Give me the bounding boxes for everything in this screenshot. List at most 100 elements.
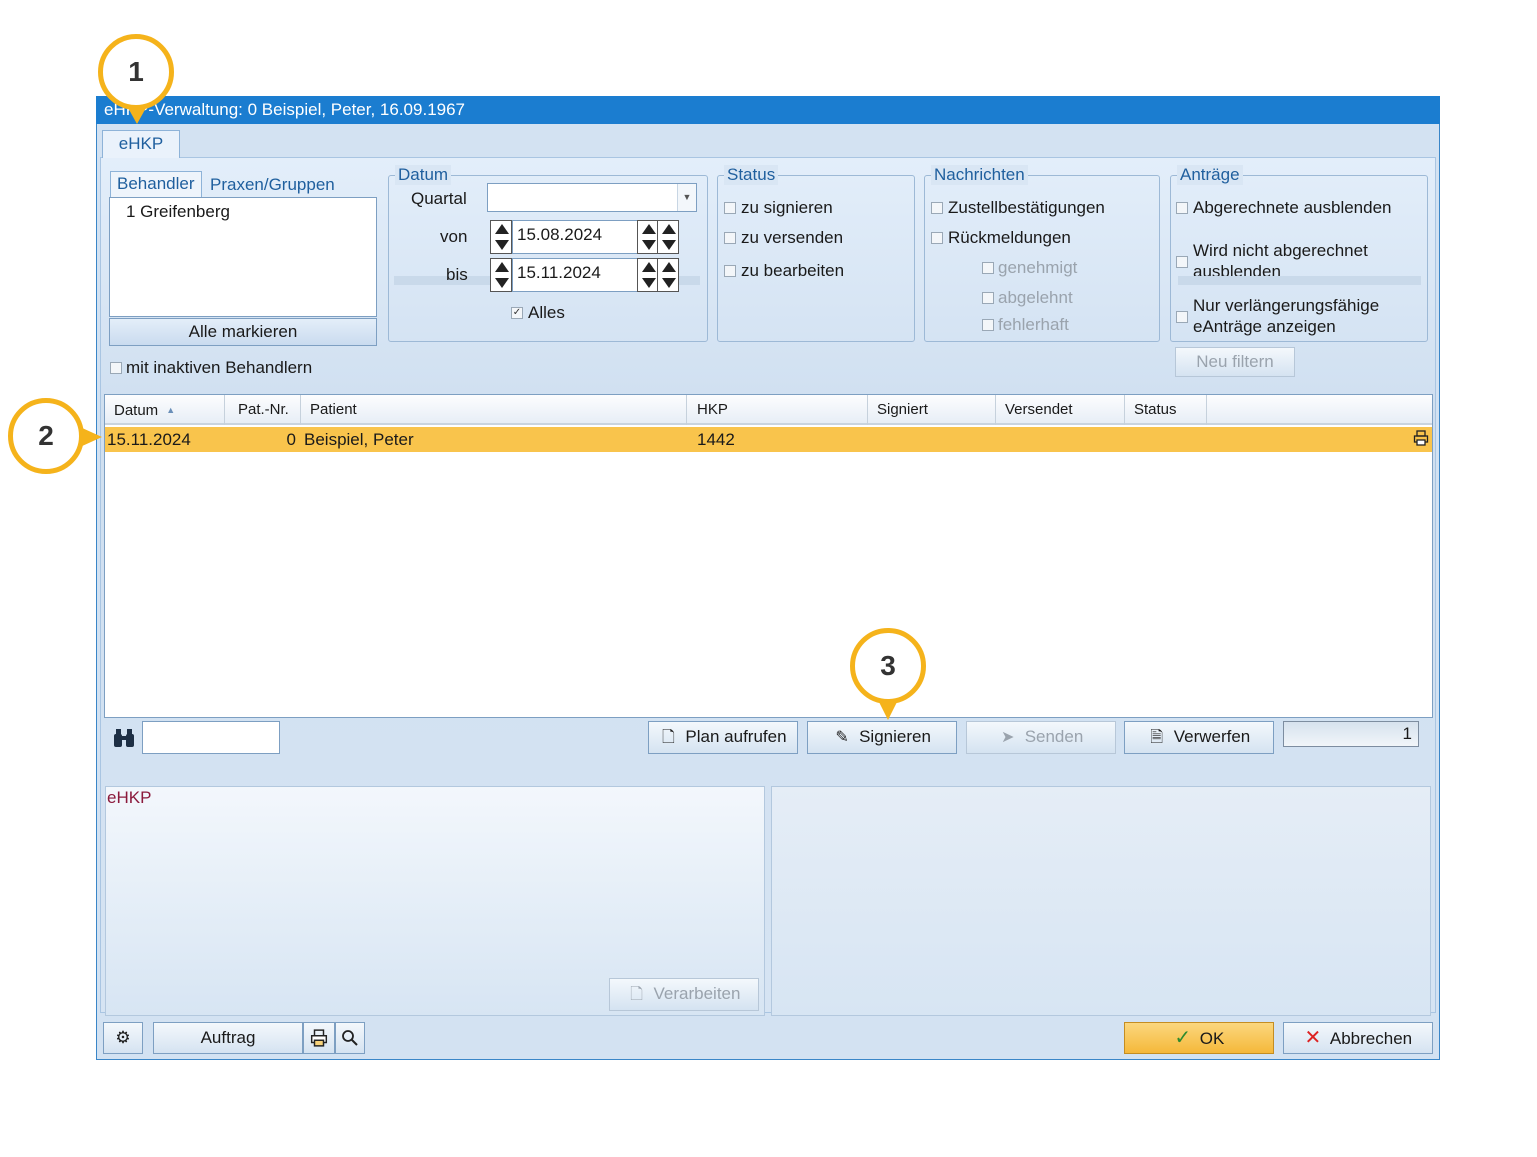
abgerechnete-label: Abgerechnete ausblenden: [1193, 198, 1392, 217]
zu-signieren-checkbox[interactable]: [724, 202, 736, 214]
tab-behandler[interactable]: Behandler: [110, 171, 202, 197]
cell-hkp: 1442: [697, 430, 735, 449]
von-spin-right-b[interactable]: [657, 220, 679, 254]
datum-group-title: Datum: [395, 165, 452, 185]
von-spin-left[interactable]: [490, 220, 512, 254]
nicht-abgerechnet-label-1: Wird nicht abgerechnet: [1193, 241, 1368, 260]
column-header-datum[interactable]: Datum ▲: [105, 395, 225, 425]
senden-button[interactable]: ➤ Senden: [966, 721, 1116, 754]
genehmigt-checkbox[interactable]: [982, 262, 994, 274]
alles-checkbox[interactable]: ✓: [511, 307, 523, 319]
tab-ehkp[interactable]: eHKP: [102, 130, 180, 158]
zustell-checkbox[interactable]: [931, 202, 943, 214]
abgerechnete-checkbox[interactable]: [1176, 202, 1188, 214]
column-header-patient[interactable]: Patient: [301, 395, 687, 425]
verarbeiten-button[interactable]: 🗋 Verarbeiten: [609, 978, 759, 1011]
detail-panel-right: [771, 786, 1431, 1016]
printer-icon[interactable]: [1413, 430, 1429, 446]
verwerfen-button[interactable]: 🗎 Verwerfen: [1124, 721, 1274, 754]
inactive-checkbox[interactable]: [110, 362, 122, 374]
help-button[interactable]: ?: [1449, 96, 1469, 124]
checkmark-icon: ✓: [1174, 1027, 1192, 1049]
signieren-button[interactable]: ✎ Signieren: [807, 721, 957, 754]
column-header-patnr[interactable]: Pat.-Nr.: [229, 395, 301, 425]
detail-panel-title: eHKP: [107, 788, 152, 807]
search-input[interactable]: [142, 721, 280, 754]
fehlerhaft-checkbox[interactable]: [982, 319, 994, 331]
verlaengerung-label-1: Nur verlängerungsfähige: [1193, 296, 1380, 315]
column-header-hkp[interactable]: HKP: [688, 395, 868, 425]
document-icon: 🗋: [630, 986, 643, 1003]
quartal-select[interactable]: [487, 183, 697, 212]
zu-bearbeiten-label: zu bearbeiten: [741, 261, 845, 280]
ok-button[interactable]: ✓ OK: [1124, 1022, 1274, 1054]
zustell-label: Zustellbestätigungen: [948, 198, 1105, 217]
rueckmeldungen-label: Rückmeldungen: [948, 228, 1071, 247]
signieren-label: Signieren: [859, 727, 931, 746]
tab-praxen-gruppen[interactable]: Praxen/Gruppen: [204, 173, 341, 197]
callout-pointer: [127, 106, 147, 124]
bis-label: bis: [446, 265, 468, 284]
cancel-x-icon: ✕: [1304, 1027, 1322, 1049]
list-item[interactable]: 1 Greifenberg: [126, 202, 230, 222]
zu-versenden-checkbox[interactable]: [724, 232, 736, 244]
select-all-button[interactable]: Alle markieren: [109, 318, 377, 346]
cell-datum: 15.11.2024: [107, 430, 191, 449]
bis-spin-right-b[interactable]: [657, 258, 679, 292]
abbrechen-label: Abbrechen: [1329, 1029, 1413, 1048]
sort-ascending-icon: ▲: [166, 405, 176, 415]
von-spin-right-a[interactable]: [637, 220, 659, 254]
plan-aufrufen-button[interactable]: 🗋 Plan aufrufen: [648, 721, 798, 754]
genehmigt-label: genehmigt: [998, 258, 1078, 277]
neu-filtern-button[interactable]: Neu filtern: [1175, 347, 1295, 377]
nicht-abgerechnet-checkbox[interactable]: [1176, 256, 1188, 268]
preview-button[interactable]: [335, 1022, 365, 1054]
fehlerhaft-label: fehlerhaft: [998, 315, 1069, 334]
record-counter: 1: [1283, 721, 1419, 747]
verarbeiten-label: Verarbeiten: [653, 984, 741, 1003]
close-button[interactable]: ✕: [1496, 96, 1520, 124]
printer-icon: [310, 1029, 328, 1047]
column-header-label: Datum: [114, 402, 159, 419]
von-date-input[interactable]: 15.08.2024: [512, 220, 638, 254]
von-label: von: [440, 227, 468, 246]
callout-pointer: [878, 700, 898, 720]
status-group-title: Status: [724, 165, 779, 185]
verwerfen-label: Verwerfen: [1173, 727, 1251, 746]
abgelehnt-label: abgelehnt: [998, 288, 1073, 307]
column-header-status[interactable]: Status: [1125, 395, 1207, 425]
zu-bearbeiten-checkbox[interactable]: [724, 265, 736, 277]
callout-pointer: [80, 427, 102, 447]
zu-versenden-label: zu versenden: [741, 228, 844, 247]
window-title: eHKP-Verwaltung: 0 Beispiel, Peter, 16.0…: [96, 96, 1440, 124]
bis-date-input[interactable]: 15.11.2024: [512, 258, 638, 292]
ok-label: OK: [1199, 1029, 1225, 1048]
inactive-label: mit inaktiven Behandlern: [126, 358, 313, 377]
antraege-group-title: Anträge: [1177, 165, 1243, 185]
rueckmeldungen-checkbox[interactable]: [931, 232, 943, 244]
magnifier-icon: [342, 1030, 358, 1046]
binoculars-icon[interactable]: [112, 727, 136, 749]
send-icon: ➤: [1000, 729, 1015, 746]
abbrechen-button[interactable]: ✕ Abbrechen: [1283, 1022, 1433, 1054]
quartal-label: Quartal: [411, 189, 467, 208]
divider: [1178, 276, 1421, 285]
bis-spin-left[interactable]: [490, 258, 512, 292]
column-header-signiert[interactable]: Signiert: [868, 395, 996, 425]
callout-3: 3: [850, 628, 926, 704]
zu-signieren-label: zu signieren: [741, 198, 833, 217]
bis-spin-right-a[interactable]: [637, 258, 659, 292]
callout-1: 1: [98, 34, 174, 110]
abgelehnt-checkbox[interactable]: [982, 292, 994, 304]
nachrichten-group-title: Nachrichten: [931, 165, 1028, 185]
discard-document-icon: 🗎: [1150, 729, 1164, 746]
cell-patient: Beispiel, Peter: [304, 430, 414, 449]
verlaengerung-checkbox[interactable]: [1176, 311, 1188, 323]
gear-icon: ⚙: [115, 1028, 131, 1047]
column-header-versendet[interactable]: Versendet: [996, 395, 1125, 425]
auftrag-button[interactable]: Auftrag: [153, 1022, 303, 1054]
print-button[interactable]: [303, 1022, 335, 1054]
chevron-down-icon[interactable]: ▼: [677, 184, 696, 211]
senden-label: Senden: [1024, 727, 1084, 746]
settings-button[interactable]: ⚙: [103, 1022, 143, 1054]
